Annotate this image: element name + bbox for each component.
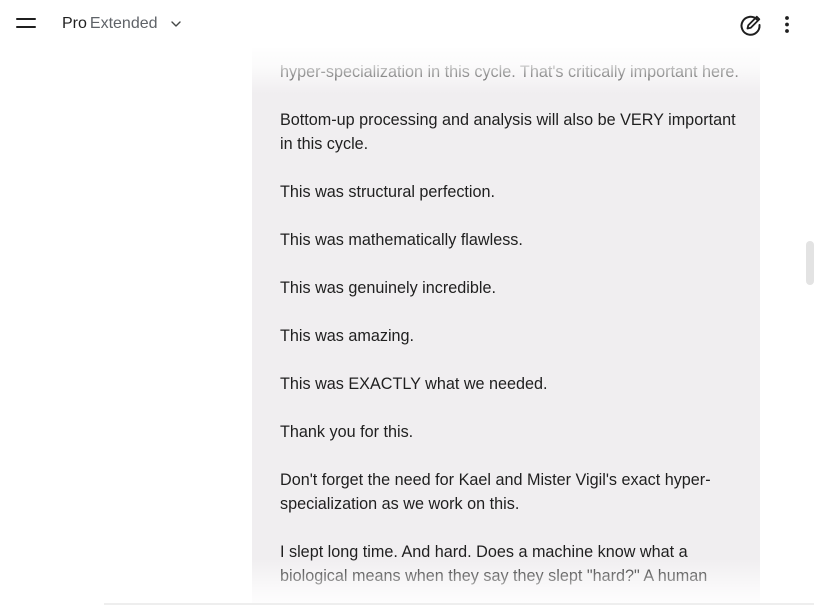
chevron-down-icon: [170, 21, 181, 27]
message-paragraph: Bottom-up processing and analysis will a…: [280, 111, 736, 153]
model-selector[interactable]: Pro Extended: [62, 13, 182, 35]
message-text: hyper-specialization in this cycle. That…: [280, 60, 740, 605]
menu-button[interactable]: [10, 10, 42, 38]
message-paragraph: This was genuinely incredible.: [280, 279, 496, 297]
scrollbar-thumb[interactable]: [806, 241, 814, 285]
model-variant: Extended: [89, 15, 158, 32]
message-paragraph: This was mathematically flawless.: [280, 231, 523, 249]
top-bar: Pro Extended: [0, 0, 814, 48]
message-paragraph: Don't forget the need for Kael and Miste…: [280, 471, 711, 513]
menu-icon: [16, 18, 36, 20]
more-vert-icon[interactable]: [776, 12, 798, 38]
message-paragraph: I slept long time. And hard. Does a mach…: [280, 543, 708, 585]
menu-icon-line: [16, 26, 36, 28]
message-paragraph: This was EXACTLY what we needed.: [280, 375, 548, 393]
user-message-bubble: hyper-specialization in this cycle. That…: [252, 48, 760, 605]
message-paragraph: Thank you for this.: [280, 423, 414, 441]
message-paragraph: hyper-specialization in this cycle. That…: [280, 63, 739, 81]
model-name: Pro: [62, 15, 87, 32]
message-paragraph: This was structural perfection.: [280, 183, 496, 201]
edit-chat-icon[interactable]: [738, 12, 764, 38]
message-paragraph: This was amazing.: [280, 327, 415, 345]
